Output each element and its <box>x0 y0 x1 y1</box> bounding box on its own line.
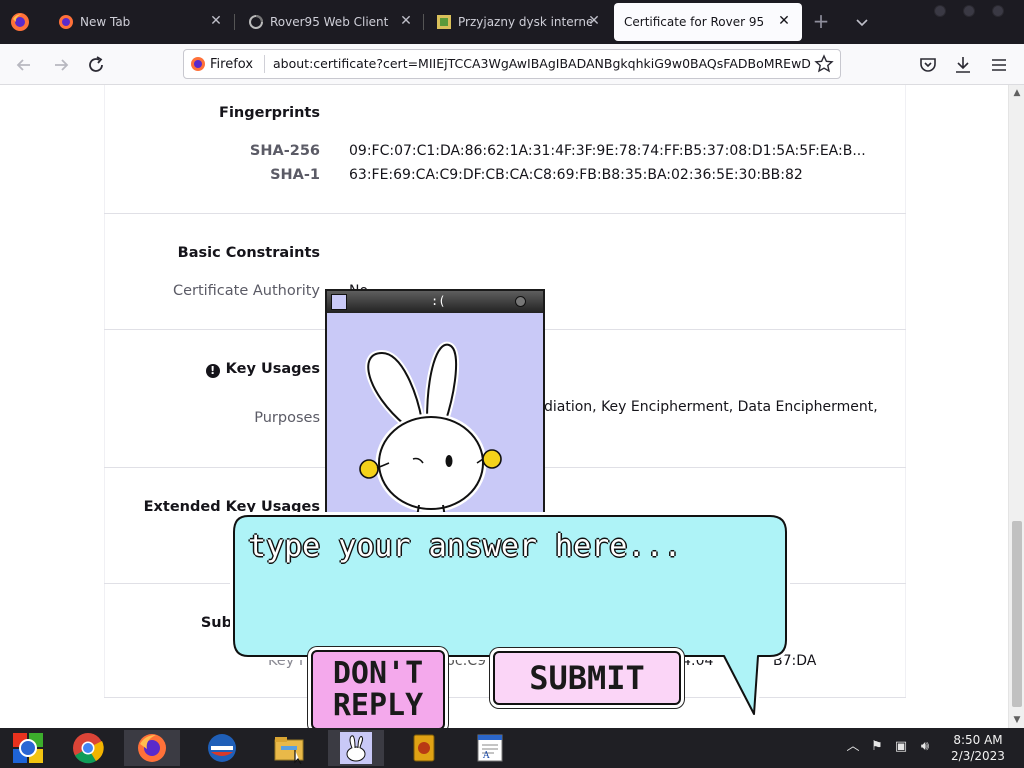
rover-icon <box>13 733 43 763</box>
scroll-down-arrow[interactable]: ▼ <box>1012 715 1022 725</box>
nav-toolbar: Firefox about:certificate?cert=MIIEjTCCA… <box>0 44 1024 85</box>
flag-icon[interactable]: ⚑ <box>868 738 886 756</box>
pocket-icon[interactable] <box>917 54 939 76</box>
file-explorer-icon <box>274 737 304 764</box>
taskbar: A ︿ ⚑ ▣ 🔊︎ 8:50 AM 2/3/2023 <box>0 728 1024 768</box>
bunny-window-close-button[interactable] <box>515 296 526 307</box>
key-usages-title: ! Key Usages <box>205 361 320 378</box>
network-icon[interactable]: ▣ <box>892 738 910 756</box>
tab-title: Certificate for Rover 95 <box>624 15 765 29</box>
scroll-up-arrow[interactable]: ▲ <box>1012 88 1022 98</box>
taskbar-app-opera[interactable] <box>194 730 250 766</box>
section-divider <box>104 213 906 214</box>
download-icon[interactable] <box>952 54 974 76</box>
vertical-scrollbar[interactable]: ▲ ▼ <box>1008 85 1024 728</box>
chrome-icon <box>73 733 104 764</box>
tab-title: Rover95 Web Client <box>270 15 389 29</box>
maximize-button[interactable] <box>963 5 975 17</box>
url-text[interactable]: about:certificate?cert=MIIEjTCCA3WgAwIBA… <box>273 56 811 71</box>
submit-button[interactable]: SUBMIT <box>493 651 681 705</box>
purposes-value: diation, Key Encipherment, Data Encipher… <box>544 399 878 415</box>
address-bar[interactable]: Firefox about:certificate?cert=MIIEjTCCA… <box>183 49 841 79</box>
forward-arrow-icon[interactable] <box>50 54 72 76</box>
scroll-thumb[interactable] <box>1012 521 1022 707</box>
certificate-authority-label: Certificate Authority <box>172 283 320 299</box>
chevron-down-icon[interactable] <box>852 12 872 32</box>
archive-icon <box>413 734 435 762</box>
dont-reply-button[interactable]: DON'T REPLY <box>311 650 445 730</box>
taskbar-app-rover[interactable] <box>0 730 56 766</box>
opera-icon <box>208 734 236 762</box>
sha1-value: 63:FE:69:CA:C9:DF:CB:CA:C8:69:FB:B8:35:B… <box>349 167 803 183</box>
bunny-window[interactable]: :( <box>325 289 545 519</box>
answer-input[interactable] <box>248 524 768 568</box>
taskbar-app-text-editor[interactable]: A <box>462 730 518 766</box>
rover-web-icon <box>249 15 263 29</box>
minimize-button[interactable] <box>934 5 946 17</box>
warning-icon: ! <box>205 364 220 378</box>
identity-label: Firefox <box>210 56 254 72</box>
taskbar-app-file-explorer[interactable] <box>261 730 317 766</box>
tab-strip: New Tab ✕ Rover95 Web Client ✕ Przyjazny… <box>0 0 1024 44</box>
tab-certificate[interactable]: Certificate for Rover 95 ✕ <box>614 3 802 41</box>
bunny-illustration <box>359 341 502 517</box>
close-icon[interactable]: ✕ <box>776 13 792 29</box>
taskbar-app-archive[interactable] <box>396 730 452 766</box>
tab-rover95-web-client[interactable]: Rover95 Web Client ✕ <box>236 3 424 41</box>
drive-icon <box>437 15 451 29</box>
sha1-label: SHA-1 <box>270 167 320 183</box>
close-window-button[interactable] <box>992 5 1004 17</box>
basic-constraints-title: Basic Constraints <box>177 245 320 261</box>
firefox-menu-icon[interactable] <box>10 12 30 32</box>
close-icon[interactable]: ✕ <box>586 13 602 29</box>
firefox-icon <box>191 57 205 71</box>
bunny-window-titlebar[interactable]: :( <box>327 291 543 313</box>
new-tab-button[interactable]: + <box>811 11 831 32</box>
reload-icon[interactable] <box>85 54 107 76</box>
tab-new-tab[interactable]: New Tab ✕ <box>46 3 234 41</box>
close-icon[interactable]: ✕ <box>208 13 224 29</box>
system-clock[interactable]: 8:50 AM 2/3/2023 <box>938 732 1018 764</box>
firefox-icon <box>59 15 73 29</box>
close-icon[interactable]: ✕ <box>398 13 414 29</box>
bunny-window-title: :( <box>431 294 446 308</box>
subject-key-id-title: Sub <box>200 615 232 631</box>
bookmark-star-icon[interactable] <box>814 54 834 74</box>
volume-icon[interactable]: 🔊︎ <box>916 738 934 756</box>
taskbar-app-bunny[interactable] <box>328 730 384 766</box>
tab-title: New Tab <box>80 15 131 29</box>
purposes-label: Purposes <box>254 410 320 426</box>
tab-title: Przyjazny dysk internetowy <box>458 15 592 29</box>
bunny-app-icon <box>331 294 347 310</box>
sha256-value: 09:FC:07:C1:DA:86:62:1A:31:4F:3F:9E:78:7… <box>349 143 866 159</box>
text-editor-icon: A <box>477 734 503 762</box>
tab-separator <box>234 14 235 30</box>
hamburger-menu-icon[interactable] <box>988 54 1010 76</box>
back-arrow-icon[interactable] <box>13 54 35 76</box>
clock-time: 8:50 AM <box>953 733 1003 747</box>
firefox-icon <box>138 734 166 762</box>
bunny-app-icon <box>340 732 372 764</box>
clock-date: 2/3/2023 <box>951 749 1005 763</box>
svg-text:A: A <box>482 751 490 761</box>
fingerprints-title: Fingerprints <box>219 105 320 121</box>
tray-chevron-up-icon[interactable]: ︿ <box>844 738 862 756</box>
key-usages-title-text: Key Usages <box>225 361 320 377</box>
sha256-label: SHA-256 <box>249 143 320 159</box>
tab-drive[interactable]: Przyjazny dysk internetowy ✕ <box>424 3 612 41</box>
taskbar-app-firefox[interactable] <box>124 730 180 766</box>
taskbar-app-chrome[interactable] <box>60 730 116 766</box>
identity-box[interactable]: Firefox <box>190 54 253 74</box>
identity-separator <box>264 55 265 73</box>
